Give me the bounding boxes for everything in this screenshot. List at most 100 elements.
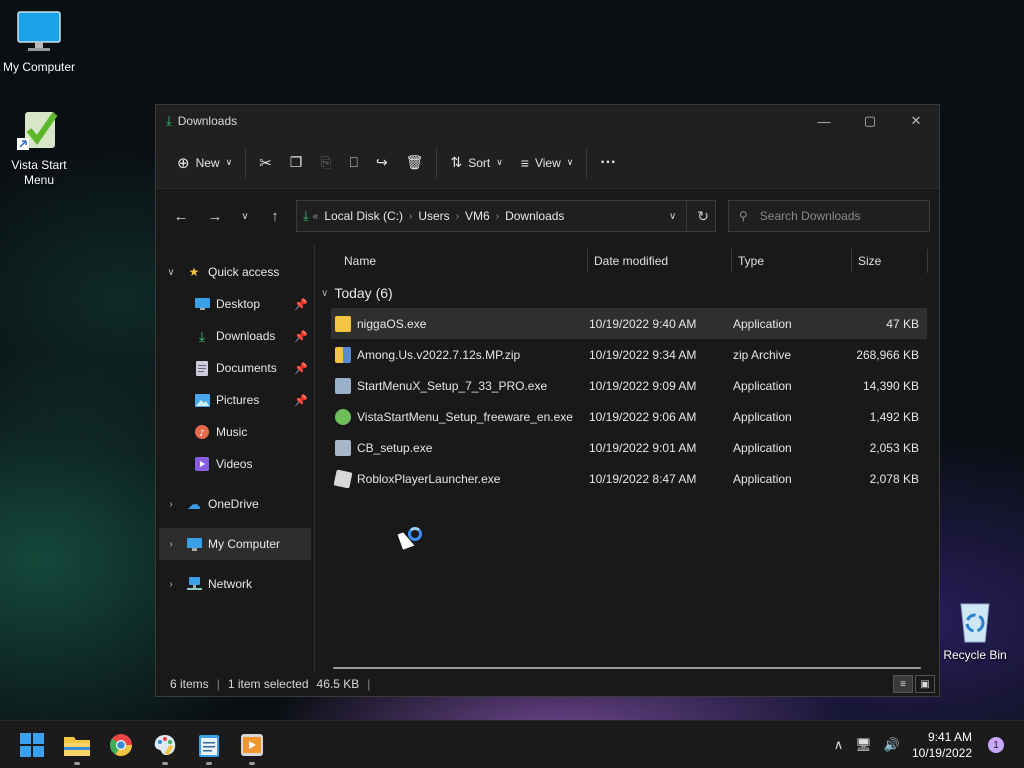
nav-music[interactable]: ♪ Music: [156, 416, 314, 448]
chevron-down-icon: ∨: [241, 210, 249, 222]
file-row[interactable]: Among.Us.v2022.7.12s.MP.zip 10/19/2022 9…: [331, 339, 927, 370]
breadcrumb-users[interactable]: Users: [412, 209, 455, 223]
nav-quick-access[interactable]: ∨ ★ Quick access: [156, 256, 314, 288]
breadcrumb-downloads[interactable]: Downloads: [499, 209, 570, 223]
horizontal-scrollbar[interactable]: [333, 667, 921, 669]
search-box[interactable]: ⚲: [728, 200, 930, 232]
nav-network[interactable]: › Network: [156, 568, 314, 600]
column-headers: Name Date modified Type Size: [315, 244, 939, 278]
taskbar-paint[interactable]: [151, 731, 179, 765]
clock[interactable]: 9:41 AM 10/19/2022: [912, 729, 972, 761]
recent-locations-button[interactable]: ∨: [232, 201, 258, 231]
share-button[interactable]: ↪: [367, 146, 397, 180]
rename-button[interactable]: ⎕: [341, 146, 367, 180]
chevron-right-icon[interactable]: ›: [164, 499, 178, 510]
nav-pictures[interactable]: Pictures 📌: [156, 384, 314, 416]
nav-desktop[interactable]: Desktop 📌: [156, 288, 314, 320]
minimize-button[interactable]: —: [801, 105, 847, 137]
taskbar-chrome[interactable]: [107, 731, 135, 759]
file-row[interactable]: CB_setup.exe 10/19/2022 9:01 AM Applicat…: [331, 432, 927, 463]
media-player-icon: [241, 734, 263, 756]
sort-button[interactable]: ⇅ Sort ∨: [441, 146, 511, 180]
zip-archive-icon: [335, 346, 351, 363]
group-label: Today (6): [334, 285, 393, 301]
tiles-view-button[interactable]: ▣: [915, 675, 935, 693]
back-button[interactable]: ←: [164, 201, 198, 231]
search-icon: ⚲: [739, 209, 748, 223]
view-button[interactable]: ≡ View ∨: [512, 146, 583, 180]
chevron-down-icon[interactable]: ∨: [164, 267, 178, 278]
chevron-up-icon[interactable]: ∧: [834, 737, 844, 753]
group-header-today[interactable]: ∨ Today (6): [315, 278, 939, 308]
new-button[interactable]: ⊕ New ∨: [168, 146, 241, 180]
address-dropdown-icon[interactable]: ∨: [659, 211, 686, 222]
monitor-icon: [15, 10, 63, 56]
more-options-button[interactable]: ···: [591, 146, 625, 180]
column-header-date[interactable]: Date modified: [588, 249, 732, 273]
clock-date: 10/19/2022: [911, 746, 972, 760]
start-button[interactable]: [18, 731, 46, 759]
nav-onedrive[interactable]: › ☁ OneDrive: [156, 488, 314, 520]
plus-circle-icon: ⊕: [177, 154, 190, 172]
column-header-type[interactable]: Type: [732, 249, 852, 273]
folder-app-icon: [335, 315, 351, 332]
title-bar[interactable]: ⤓ Downloads — ▢ ✕: [156, 105, 939, 137]
delete-button[interactable]: 🗑: [397, 146, 433, 180]
taskbar-notepad[interactable]: [195, 731, 223, 765]
file-name: CB_setup.exe: [357, 440, 433, 455]
nav-videos[interactable]: Videos: [156, 448, 314, 480]
search-input[interactable]: [759, 209, 910, 223]
breadcrumb-vm6[interactable]: VM6: [459, 209, 496, 223]
forward-button[interactable]: →: [198, 201, 232, 231]
desktop-icon-recycle-bin[interactable]: Recycle Bin: [937, 598, 1013, 663]
nav-label: Network: [208, 577, 253, 591]
busy-spinner-icon: [408, 527, 422, 541]
refresh-icon[interactable]: ↻: [686, 201, 709, 231]
selection-count: 1 item selected: [227, 677, 309, 691]
cut-button[interactable]: ✂: [250, 146, 281, 180]
file-row[interactable]: RobloxPlayerLauncher.exe 10/19/2022 8:47…: [331, 463, 927, 494]
chevron-right-icon[interactable]: ›: [164, 579, 178, 590]
pin-icon[interactable]: 📌: [294, 330, 308, 343]
nav-label: Documents: [216, 361, 277, 375]
arrow-up-icon: ↑: [271, 207, 279, 225]
nav-label: OneDrive: [208, 497, 259, 511]
desktop-icon-my-computer[interactable]: My Computer: [1, 10, 77, 75]
pin-icon[interactable]: 📌: [294, 394, 308, 407]
network-tray-icon[interactable]: 🖥: [855, 737, 872, 753]
file-type: Application: [733, 409, 792, 424]
close-button[interactable]: ✕: [893, 105, 939, 137]
details-view-button[interactable]: ≡: [893, 675, 913, 693]
svg-text:♪: ♪: [199, 429, 205, 439]
column-header-size[interactable]: Size: [852, 249, 928, 273]
picture-icon: [194, 392, 210, 408]
status-bar: 6 items | 1 item selected 46.5 KB | ≡ ▣: [156, 672, 939, 696]
copy-button[interactable]: ❐: [281, 146, 312, 180]
volume-icon[interactable]: 🔊: [884, 737, 900, 753]
desktop-icon-label: My Computer: [2, 60, 76, 74]
file-size: 2,078 KB: [869, 471, 919, 486]
nav-my-computer[interactable]: › My Computer: [159, 528, 311, 560]
nav-downloads[interactable]: ⤓ Downloads 📌: [156, 320, 314, 352]
chevron-right-icon[interactable]: ›: [164, 539, 178, 550]
file-row[interactable]: StartMenuX_Setup_7_33_PRO.exe 10/19/2022…: [331, 370, 927, 401]
notification-badge[interactable]: 1: [988, 737, 1004, 753]
taskbar-media-player[interactable]: [238, 731, 266, 765]
file-row[interactable]: niggaOS.exe 10/19/2022 9:40 AM Applicati…: [331, 308, 927, 339]
address-bar[interactable]: ⤓ « Local Disk (C:) › Users › VM6 › Down…: [296, 200, 716, 232]
document-icon: [194, 360, 210, 376]
pin-icon[interactable]: 📌: [294, 362, 308, 375]
file-row[interactable]: VistaStartMenu_Setup_freeware_en.exe 10/…: [331, 401, 927, 432]
breadcrumb-local-disk[interactable]: Local Disk (C:): [318, 209, 409, 223]
taskbar-file-explorer[interactable]: [63, 731, 91, 765]
maximize-button[interactable]: ▢: [847, 105, 893, 137]
paste-button[interactable]: ⎘: [311, 146, 340, 180]
column-header-name[interactable]: Name: [338, 249, 588, 273]
nav-documents[interactable]: Documents 📌: [156, 352, 314, 384]
palette-icon: [154, 735, 176, 756]
system-tray: ∧ 🖥 🔊 9:41 AM 10/19/2022 1: [834, 721, 1024, 768]
download-icon: ⤓: [303, 208, 309, 223]
desktop-icon-vista-start-menu[interactable]: Vista Start Menu: [1, 108, 77, 188]
pin-icon[interactable]: 📌: [294, 298, 308, 311]
up-button[interactable]: ↑: [258, 201, 292, 231]
